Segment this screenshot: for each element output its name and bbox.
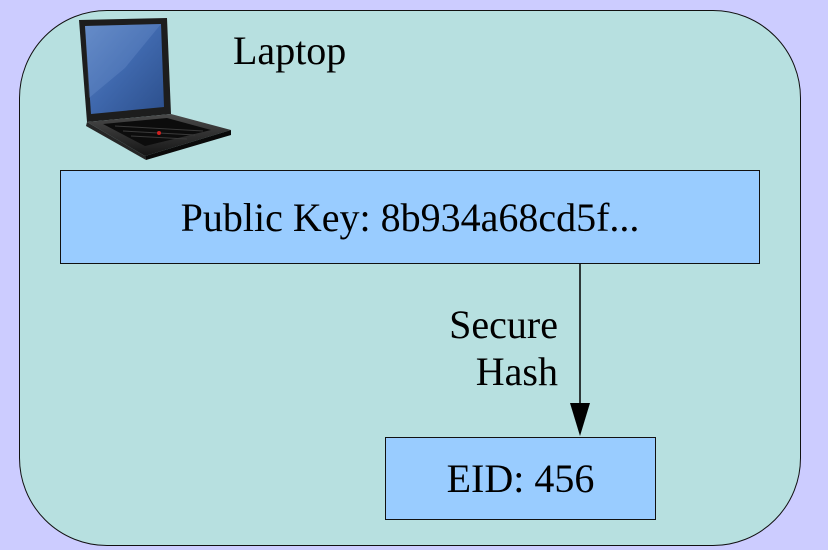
laptop-icon (79, 18, 231, 160)
hash-arrow (570, 264, 590, 436)
eid-label: EID: 456 (446, 456, 595, 501)
hash-label-line2: Hash (475, 349, 558, 394)
eid-box: EID: 456 (385, 437, 656, 520)
hash-label-line1: Secure (449, 302, 558, 347)
public-key-label: Public Key: 8b934a68cd5f... (180, 194, 640, 240)
hash-label: Secure Hash (449, 301, 558, 395)
public-key-box: Public Key: 8b934a68cd5f... (60, 170, 760, 264)
device-label: Laptop (233, 28, 347, 73)
